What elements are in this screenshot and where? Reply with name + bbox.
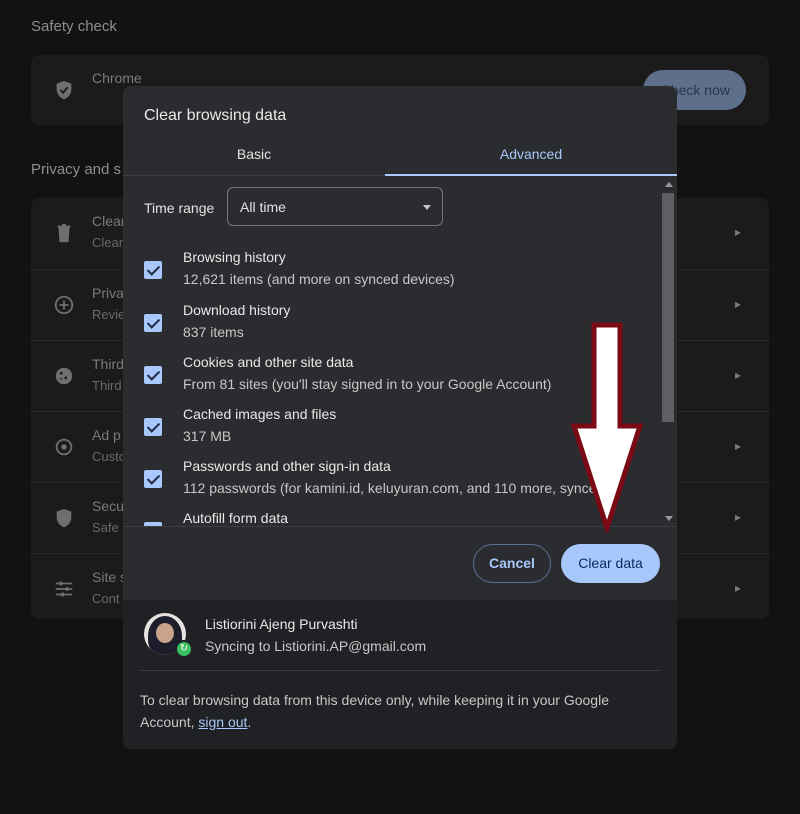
checkbox-cookies[interactable]	[144, 366, 162, 384]
scrollbar[interactable]	[661, 177, 677, 526]
sliders-icon	[55, 581, 73, 597]
time-range-select[interactable]: All time	[227, 187, 443, 226]
privacy-row-sub: Safe	[92, 520, 119, 535]
chevron-right-icon: ▸	[734, 225, 741, 239]
privacy-row-sub: Revie	[92, 307, 126, 322]
chevron-right-icon: ▸	[734, 510, 741, 524]
dropdown-caret-icon	[423, 205, 431, 210]
time-range-label: Time range	[144, 200, 215, 216]
dialog-tabs: Basic Advanced	[123, 138, 677, 176]
note-period: .	[247, 714, 252, 730]
privacy-row-sub: Cont	[92, 591, 120, 606]
tab-basic[interactable]: Basic	[123, 138, 385, 176]
time-range-value: All time	[240, 199, 286, 215]
clear-data-button[interactable]: Clear data	[561, 544, 660, 583]
option-detail: From 81 sites (you'll stay signed in to …	[183, 376, 552, 392]
sync-icon: ↻	[175, 640, 193, 658]
scroll-down-arrow-icon[interactable]	[665, 516, 673, 521]
option-title: Autofill form data	[183, 510, 289, 526]
chevron-right-icon: ▸	[734, 439, 741, 453]
privacy-row-sub: Custo	[92, 449, 126, 464]
trash-icon	[57, 223, 71, 243]
privacy-row-title: Secu	[92, 498, 124, 514]
sign-out-link[interactable]: sign out	[198, 714, 247, 730]
account-section: ↻ Listiorini Ajeng Purvashti Syncing to …	[123, 600, 677, 749]
option-title: Passwords and other sign-in data	[183, 458, 391, 474]
scroll-up-arrow-icon[interactable]	[665, 182, 673, 187]
privacy-row-sub: Third	[92, 378, 122, 393]
checkbox-passwords[interactable]	[144, 470, 162, 488]
cookie-icon	[55, 367, 73, 385]
tab-advanced[interactable]: Advanced	[385, 138, 677, 176]
scrollbar-thumb[interactable]	[662, 193, 674, 422]
sign-out-note: To clear browsing data from this device …	[140, 689, 660, 733]
privacy-row-title: Third	[92, 356, 124, 372]
shield-icon	[56, 508, 72, 528]
privacy-row-title: Ad p	[92, 427, 121, 443]
option-title: Download history	[183, 302, 291, 318]
option-detail: 12,621 items (and more on synced devices…	[183, 271, 455, 287]
annotation-arrow-icon	[570, 322, 644, 532]
safety-check-title: Safety check	[31, 18, 117, 35]
option-title: Cached images and files	[183, 406, 337, 422]
privacy-row-title: Site s	[92, 569, 128, 585]
checkbox-browsing-history[interactable]	[144, 261, 162, 279]
compass-icon	[54, 295, 74, 315]
checkbox-cached-images[interactable]	[144, 418, 162, 436]
account-sync-status: Syncing to Listiorini.AP@gmail.com	[205, 638, 427, 654]
divider	[140, 670, 660, 671]
safety-check-text: Chrome	[92, 70, 142, 86]
option-title: Cookies and other site data	[183, 354, 354, 370]
privacy-row-title: Priva	[92, 285, 124, 301]
option-detail: 317 MB	[183, 428, 232, 444]
checkbox-download-history[interactable]	[144, 314, 162, 332]
privacy-row-title: Clear	[92, 213, 126, 229]
option-detail: 837 items	[183, 324, 244, 340]
account-name: Listiorini Ajeng Purvashti	[205, 616, 358, 632]
chevron-right-icon: ▸	[734, 581, 741, 595]
chevron-right-icon: ▸	[734, 297, 741, 311]
privacy-section-title: Privacy and s	[31, 161, 122, 178]
privacy-row-sub: Clear	[92, 235, 124, 250]
cancel-button[interactable]: Cancel	[473, 544, 551, 583]
dialog-title: Clear browsing data	[144, 107, 287, 124]
option-title: Browsing history	[183, 249, 286, 265]
ad-privacy-icon	[55, 438, 73, 456]
option-detail: 112 passwords (for kamini.id, keluyuran.…	[183, 480, 609, 496]
shield-check-icon	[56, 80, 72, 100]
chevron-right-icon: ▸	[734, 368, 741, 382]
option-browsing-history[interactable]: Browsing history 12,621 items (and more …	[123, 249, 658, 299]
